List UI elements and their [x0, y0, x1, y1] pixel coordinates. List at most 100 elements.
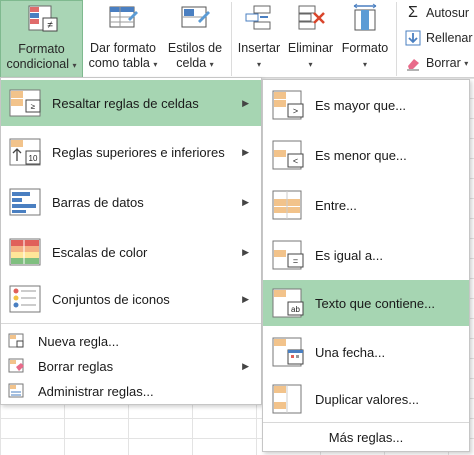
- menu-item-clear-rules[interactable]: Borrar reglas ▶: [1, 355, 261, 377]
- menu-item-label: Resaltar reglas de celdas: [52, 95, 199, 111]
- conditional-format-icon: ≠: [28, 5, 57, 32]
- cell-styles-label-2: celda: [176, 56, 207, 70]
- more-rules-label: Más reglas...: [328, 429, 404, 445]
- conditional-format-label: Formato: [18, 42, 65, 56]
- insert-cells-icon: [245, 5, 271, 30]
- clear-rules-icon: [8, 358, 24, 373]
- menu-item-label: Barras de datos: [52, 194, 144, 210]
- highlight-cells-submenu: > Es mayor que... < Es menor que... Entr…: [262, 79, 470, 452]
- conditional-format-menu: ≥ Resaltar reglas de celdas ▶ 10 Reglas …: [0, 77, 262, 405]
- chevron-down-icon: ▾: [464, 58, 469, 68]
- submenu-arrow-icon: ▶: [242, 97, 249, 108]
- format-label: Formato: [341, 41, 389, 55]
- icon-sets-icon: [9, 285, 41, 313]
- submenu-item-label: Texto que contiene...: [315, 295, 435, 311]
- chevron-down-icon: ▾: [153, 60, 158, 69]
- menu-item-data-bars[interactable]: Barras de datos ▶: [1, 178, 261, 226]
- menu-item-new-rule[interactable]: Nueva regla...: [1, 330, 261, 352]
- manage-rules-icon: [8, 383, 24, 398]
- cell-styles-label: Estilos de: [167, 41, 223, 55]
- fill-button[interactable]: Rellenar: [404, 27, 473, 49]
- less-than-icon: <: [272, 140, 304, 170]
- submenu-item-between[interactable]: Entre...: [263, 181, 469, 229]
- submenu-arrow-icon: ▶: [242, 196, 249, 207]
- menu-item-manage-rules[interactable]: Administrar reglas...: [1, 380, 261, 402]
- svg-text:≠: ≠: [47, 20, 53, 31]
- submenu-arrow-icon: ▶: [242, 293, 249, 304]
- format-table-label-2: como tabla: [88, 56, 150, 70]
- submenu-item-label: Una fecha...: [315, 344, 386, 360]
- menu-item-icon-sets[interactable]: Conjuntos de iconos ▶: [1, 276, 261, 322]
- submenu-item-duplicate-values[interactable]: Duplicar valores...: [263, 377, 469, 421]
- format-as-table-button[interactable]: Dar formato como tabla ▾: [85, 0, 161, 78]
- chevron-down-icon: ▾: [362, 60, 367, 69]
- format-cells-icon: [353, 3, 377, 31]
- data-bars-icon: [9, 188, 41, 216]
- highlight-cells-icon: ≥: [9, 89, 41, 117]
- cell-styles-icon: [181, 6, 210, 28]
- top-bottom-icon: 10: [9, 138, 41, 166]
- submenu-item-label: Es igual a...: [315, 247, 383, 263]
- insert-label: Insertar: [237, 41, 281, 55]
- cell-styles-button[interactable]: Estilos de celda ▾: [162, 0, 228, 78]
- conditional-format-label-2: condicional: [6, 57, 70, 71]
- menu-item-label: Reglas superiores e inferiores: [52, 144, 225, 160]
- color-scales-icon: [9, 238, 41, 266]
- autosum-button[interactable]: Σ Autosur: [404, 2, 469, 24]
- sigma-icon: Σ: [408, 4, 418, 21]
- menu-item-color-scales[interactable]: Escalas de color ▶: [1, 228, 261, 276]
- menu-item-highlight-cells[interactable]: ≥ Resaltar reglas de celdas ▶: [1, 80, 261, 126]
- submenu-item-equal-to[interactable]: = Es igual a...: [263, 231, 469, 279]
- submenu-item-greater-than[interactable]: > Es mayor que...: [263, 81, 469, 129]
- new-rule-icon: [8, 333, 24, 348]
- more-rules-item[interactable]: Más reglas...: [263, 425, 469, 449]
- chevron-down-icon: ▾: [256, 60, 261, 69]
- clear-label: Borrar: [426, 56, 461, 70]
- chevron-down-icon: ▾: [308, 60, 313, 69]
- svg-text:>: >: [293, 106, 298, 116]
- ribbon: ≠ Formato condicional ▾ Dar formato como t…: [0, 0, 474, 78]
- svg-text:10: 10: [29, 154, 38, 163]
- insert-button[interactable]: Insertar ▾: [234, 0, 284, 78]
- delete-cells-icon: [298, 5, 325, 30]
- submenu-arrow-icon: ▶: [242, 246, 249, 257]
- delete-label: Eliminar: [287, 41, 334, 55]
- date-icon: [272, 337, 304, 367]
- svg-text:<: <: [293, 156, 298, 166]
- submenu-item-label: Duplicar valores...: [315, 391, 420, 407]
- submenu-item-less-than[interactable]: < Es menor que...: [263, 131, 469, 179]
- eraser-icon: [407, 59, 419, 71]
- conditional-format-button[interactable]: ≠ Formato condicional ▾: [0, 0, 83, 78]
- fill-down-icon: [405, 30, 421, 46]
- submenu-item-text-contains[interactable]: ab Texto que contiene...: [263, 280, 469, 326]
- menu-item-label: Nueva regla...: [38, 333, 119, 349]
- chevron-down-icon: ▾: [209, 60, 214, 69]
- format-button[interactable]: Formato ▾: [337, 0, 393, 78]
- format-table-icon: [109, 6, 138, 28]
- greater-than-icon: >: [272, 90, 304, 120]
- submenu-arrow-icon: ▶: [242, 146, 249, 157]
- fill-label: Rellenar: [426, 31, 473, 45]
- chevron-down-icon: ▾: [72, 61, 77, 70]
- ribbon-separator: [231, 2, 232, 76]
- delete-button[interactable]: Eliminar ▾: [285, 0, 336, 78]
- menu-item-label: Conjuntos de iconos: [52, 291, 170, 307]
- menu-item-top-bottom-rules[interactable]: 10 Reglas superiores e inferiores ▶: [1, 128, 261, 176]
- menu-item-label: Administrar reglas...: [38, 383, 154, 399]
- svg-text:ab: ab: [291, 305, 300, 314]
- duplicate-values-icon: [272, 384, 302, 414]
- ribbon-separator: [396, 2, 397, 76]
- submenu-item-label: Entre...: [315, 197, 357, 213]
- submenu-arrow-icon: ▶: [242, 360, 249, 371]
- text-contains-icon: ab: [272, 288, 304, 318]
- menu-divider: [1, 323, 261, 324]
- svg-text:=: =: [293, 256, 298, 266]
- submenu-item-label: Es mayor que...: [315, 97, 407, 113]
- between-icon: [272, 190, 302, 220]
- equal-to-icon: =: [272, 240, 304, 270]
- svg-text:≥: ≥: [31, 102, 36, 111]
- format-table-label: Dar formato: [90, 41, 156, 55]
- clear-button[interactable]: Borrar ▾: [404, 52, 468, 74]
- menu-divider: [263, 422, 469, 423]
- submenu-item-date[interactable]: Una fecha...: [263, 328, 469, 376]
